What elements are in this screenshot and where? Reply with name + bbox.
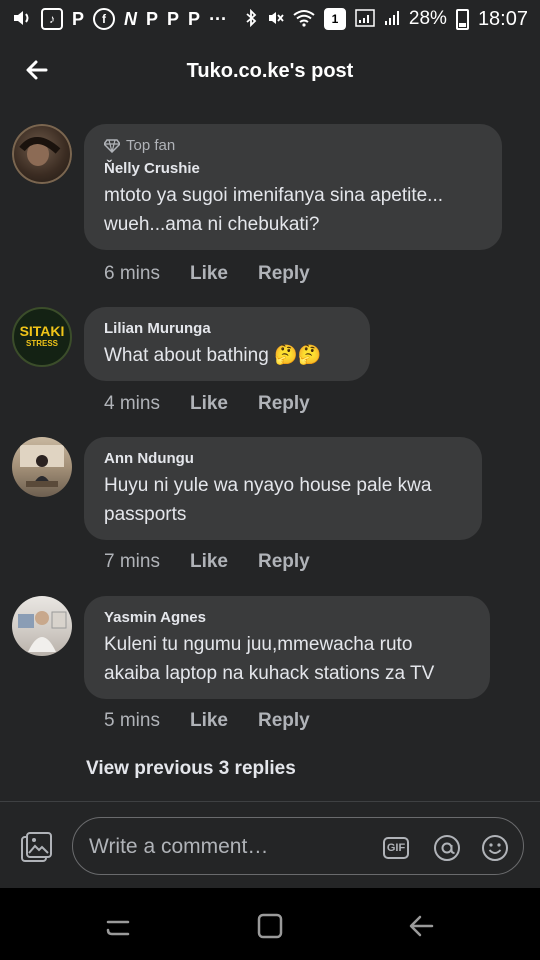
- like-button[interactable]: Like: [190, 393, 228, 415]
- mute-icon: [266, 9, 284, 30]
- comment-author[interactable]: Ňelly Crushie: [104, 160, 482, 177]
- comment-author[interactable]: Yasmin Agnes: [104, 609, 470, 626]
- navigation-bar: [0, 888, 540, 960]
- avatar-text: SITAKI: [19, 323, 65, 339]
- avatar[interactable]: [12, 437, 72, 497]
- pinterest-icon: P: [188, 9, 201, 29]
- clock-time: 18:07: [477, 7, 528, 30]
- signal-icon: [355, 8, 375, 30]
- comment-text: Kuleni tu ngumu juu,mmewacha ruto akaiba…: [104, 634, 435, 684]
- recent-apps-button[interactable]: [100, 908, 136, 944]
- like-button[interactable]: Like: [190, 263, 228, 285]
- reply-button[interactable]: Reply: [258, 710, 310, 732]
- comment-time[interactable]: 4 mins: [104, 393, 160, 415]
- gif-label: GIF: [386, 842, 406, 854]
- recent-apps-icon: [106, 920, 130, 936]
- comment-bubble[interactable]: Top fan Ňelly Crushie mtoto ya sugoi ime…: [84, 124, 502, 250]
- status-notification-icons: ♪ P f N P P P ···: [12, 8, 227, 30]
- comment-actions: 5 mins Like Reply: [104, 710, 310, 732]
- comment-composer: GIF: [0, 802, 540, 888]
- back-nav-button[interactable]: [404, 908, 440, 944]
- home-icon: [257, 913, 283, 939]
- comment-time[interactable]: 5 mins: [104, 710, 160, 732]
- smiley-icon: [482, 835, 508, 861]
- comment-input[interactable]: [87, 818, 371, 876]
- gif-icon: GIF: [383, 837, 409, 859]
- photo-button[interactable]: [18, 830, 54, 866]
- volume-icon: [12, 9, 32, 30]
- pinterest-icon: P: [146, 9, 159, 29]
- top-fan-badge: Top fan: [104, 137, 482, 154]
- back-nav-icon: [409, 915, 434, 937]
- view-previous-replies-link[interactable]: View previous 3 replies: [86, 758, 296, 780]
- more-notifications-icon: ···: [209, 9, 228, 29]
- avatar[interactable]: SITAKI STRESS: [12, 307, 72, 367]
- reply-button[interactable]: Reply: [258, 393, 310, 415]
- post-header: Tuko.co.ke's post: [0, 38, 540, 104]
- like-button[interactable]: Like: [190, 551, 228, 573]
- mention-button[interactable]: [433, 834, 461, 862]
- wifi-icon: [293, 9, 315, 30]
- comment-author[interactable]: Ann Ndungu: [104, 450, 462, 467]
- status-bar: ♪ P f N P P P ··· 1 28% 18:07: [0, 0, 540, 38]
- pinterest-icon: P: [72, 9, 85, 29]
- photo-icon: [21, 832, 52, 862]
- comment-input-box[interactable]: GIF: [72, 817, 524, 876]
- tiktok-icon: ♪: [41, 8, 63, 30]
- comment-actions: 7 mins Like Reply: [104, 551, 310, 573]
- comment-text: Huyu ni yule wa nyayo house pale kwa pas…: [104, 475, 432, 525]
- signal-bars-icon: [384, 9, 400, 30]
- avatar[interactable]: [12, 124, 72, 184]
- page-title: Tuko.co.ke's post: [186, 60, 354, 82]
- sim-icon: 1: [323, 8, 346, 30]
- like-button[interactable]: Like: [190, 710, 228, 732]
- comment-actions: 4 mins Like Reply: [104, 393, 310, 415]
- home-button[interactable]: [252, 908, 288, 944]
- comment-bubble[interactable]: Ann Ndungu Huyu ni yule wa nyayo house p…: [84, 437, 482, 540]
- emoji-button[interactable]: [481, 834, 509, 862]
- reply-button[interactable]: Reply: [258, 551, 310, 573]
- battery-icon: [455, 8, 469, 30]
- at-sign-icon: [434, 835, 460, 861]
- comment-bubble[interactable]: Lilian Murunga What about bathing 🤔🤔: [84, 307, 370, 381]
- bluetooth-icon: [245, 8, 257, 30]
- gif-button[interactable]: GIF: [383, 834, 411, 862]
- pinterest-icon: P: [167, 9, 180, 29]
- diamond-icon: [104, 138, 120, 153]
- nation-icon: N: [124, 9, 138, 29]
- facebook-icon: f: [93, 8, 116, 30]
- comment-text: mtoto ya sugoi imenifanya sina apetite..…: [104, 185, 444, 235]
- comment-actions: 6 mins Like Reply: [104, 263, 310, 285]
- comment-bubble[interactable]: Yasmin Agnes Kuleni tu ngumu juu,mmewach…: [84, 596, 490, 699]
- comment-time[interactable]: 6 mins: [104, 263, 160, 285]
- avatar[interactable]: [12, 596, 72, 656]
- reply-button[interactable]: Reply: [258, 263, 310, 285]
- status-system-icons: 1 28% 18:07: [245, 8, 528, 31]
- comment-text: What about bathing 🤔🤔: [104, 345, 322, 366]
- avatar-subtext: STRESS: [25, 339, 58, 348]
- comment-author[interactable]: Lilian Murunga: [104, 320, 350, 337]
- comment-time[interactable]: 7 mins: [104, 551, 160, 573]
- badge-label: Top fan: [126, 137, 176, 154]
- battery-percentage: 28%: [408, 8, 447, 29]
